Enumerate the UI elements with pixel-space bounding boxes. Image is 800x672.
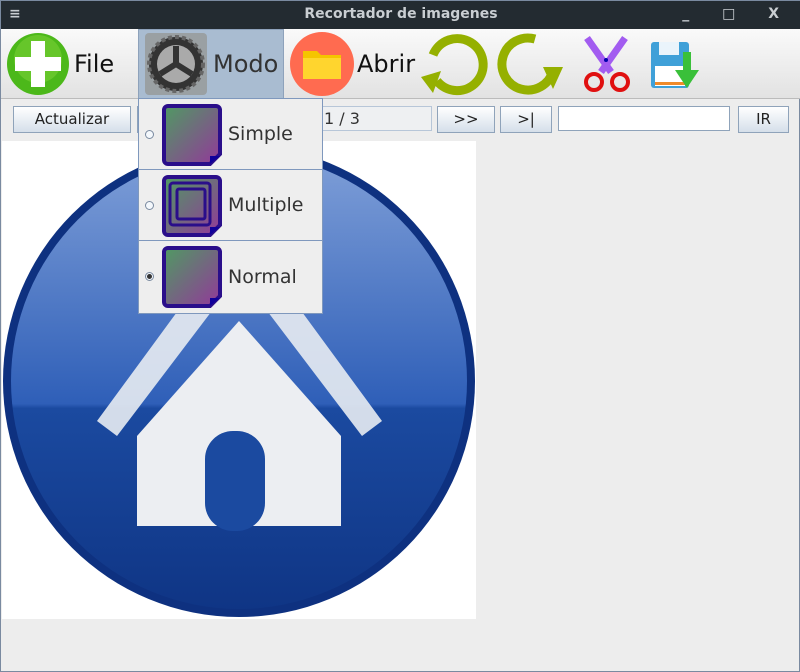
modo-label: Modo xyxy=(213,50,279,78)
cut-button[interactable] xyxy=(579,29,635,99)
next-button[interactable]: >> xyxy=(437,106,495,133)
rotate-left-icon xyxy=(421,34,488,96)
modo-button[interactable]: Modo xyxy=(138,29,284,99)
window-menu-icon[interactable]: ≡ xyxy=(9,1,21,28)
go-button[interactable]: IR xyxy=(738,106,789,133)
single-image-icon xyxy=(162,246,222,308)
menu-item-label: Simple xyxy=(228,123,293,145)
last-button[interactable]: >| xyxy=(500,106,552,133)
menu-item-simple[interactable]: Simple xyxy=(139,99,322,170)
modo-dropdown-menu: Simple Multiple Normal xyxy=(138,98,323,314)
radio-icon xyxy=(145,200,154,210)
toolbar: File Modo Abrir xyxy=(1,29,800,99)
save-icon xyxy=(651,42,699,88)
rotate-right-icon xyxy=(497,33,563,95)
rotate-right-button[interactable] xyxy=(495,29,565,99)
gear-icon xyxy=(145,33,207,95)
abrir-button[interactable]: Abrir xyxy=(289,29,415,99)
single-image-icon xyxy=(162,104,222,166)
multiple-images-icon xyxy=(162,175,222,237)
menu-item-normal[interactable]: Normal xyxy=(139,241,322,312)
plus-icon xyxy=(7,33,69,95)
menu-item-label: Normal xyxy=(228,265,297,288)
folder-icon xyxy=(290,32,354,96)
rotate-left-button[interactable] xyxy=(419,29,489,99)
menu-item-label: Multiple xyxy=(228,194,304,216)
title-bar: ≡ Recortador de imagenes _ □ X xyxy=(1,1,800,29)
file-button[interactable]: File xyxy=(5,29,114,99)
save-button[interactable] xyxy=(647,29,703,99)
goto-page-input[interactable] xyxy=(558,106,730,131)
refresh-button[interactable]: Actualizar xyxy=(13,106,131,133)
radio-icon xyxy=(145,129,154,139)
radio-selected-icon xyxy=(145,272,154,281)
window-controls[interactable]: _ □ X xyxy=(682,1,793,28)
window-title: Recortador de imagenes xyxy=(304,6,498,22)
file-label: File xyxy=(74,50,115,78)
scissors-icon xyxy=(584,35,630,92)
navigation-bar: Actualizar 1 / 3 >> >| IR xyxy=(1,100,800,140)
menu-item-multiple[interactable]: Multiple xyxy=(139,170,322,241)
page-indicator: 1 / 3 xyxy=(319,106,432,131)
abrir-label: Abrir xyxy=(357,50,416,78)
